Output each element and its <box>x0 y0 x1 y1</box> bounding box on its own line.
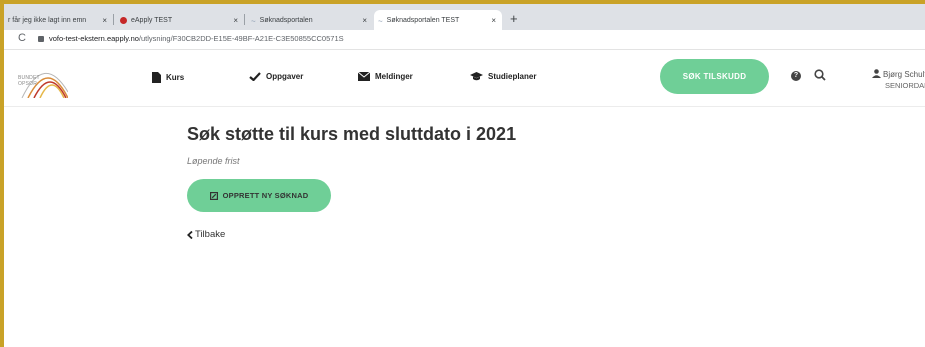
portal-favicon-icon: ~ <box>378 16 383 26</box>
checkmark-icon <box>249 72 261 81</box>
logo-text-line2: OPSOR <box>18 81 38 87</box>
edit-icon <box>209 191 218 200</box>
close-icon[interactable]: × <box>362 16 367 25</box>
close-icon[interactable]: × <box>102 16 107 25</box>
browser-tab-strip: r får jeg ikke lagt inn emn × eApply TES… <box>4 4 925 30</box>
user-menu[interactable]: Bjørg Schultz SENIORDAM <box>872 69 925 91</box>
address-bar: C vofo-test-ekstern.eapply.no/utlysning/… <box>4 30 925 50</box>
create-application-label: OPPRETT NY SØKNAD <box>222 191 309 200</box>
envelope-icon <box>358 72 370 81</box>
chevron-left-icon <box>187 230 193 239</box>
back-link[interactable]: Tilbake <box>187 229 225 240</box>
nav-label: Meldinger <box>375 72 413 81</box>
tab-title: Søknadsportalen <box>259 16 313 24</box>
close-icon[interactable]: × <box>233 16 238 25</box>
url-path: /utlysning/F30CB2DD-E15E-49BF-A21E-C3E50… <box>138 34 344 43</box>
site-logo[interactable]: BUNDET OPSOR <box>18 58 69 99</box>
tab-title: eApply TEST <box>131 16 173 24</box>
document-icon <box>152 72 161 83</box>
tab-title: Søknadsportalen TEST <box>386 16 460 24</box>
deadline-text: Løpende frist <box>187 156 240 166</box>
browser-tab-1[interactable]: r får jeg ikke lagt inn emn × <box>4 10 114 30</box>
apply-for-grant-button[interactable]: SØK TILSKUDD <box>660 59 769 94</box>
url-field[interactable]: vofo-test-ekstern.eapply.no/utlysning/F3… <box>49 34 344 43</box>
nav-item-meldinger[interactable]: Meldinger <box>358 72 413 81</box>
nav-label: Studieplaner <box>488 72 537 81</box>
user-name: Bjørg Schultz <box>883 70 925 79</box>
tab-title: r får jeg ikke lagt inn emn <box>8 16 87 24</box>
url-host: vofo-test-ekstern.eapply.no <box>49 34 139 43</box>
nav-item-oppgaver[interactable]: Oppgaver <box>249 72 303 81</box>
browser-tab-2[interactable]: eApply TEST × <box>116 10 245 30</box>
site-header: BUNDET OPSOR Kurs Oppgaver Meldinger Stu… <box>4 50 925 107</box>
back-label: Tilbake <box>195 229 226 240</box>
page-title: Søk støtte til kurs med sluttdato i 2021 <box>187 124 517 144</box>
browser-tab-3[interactable]: ~ Søknadsportalen × <box>247 10 373 30</box>
close-icon[interactable]: × <box>491 16 496 25</box>
user-role: SENIORDAM <box>885 81 925 90</box>
browser-tab-4-active[interactable]: ~ Søknadsportalen TEST × <box>374 10 502 30</box>
user-icon <box>872 69 881 78</box>
nav-item-studieplaner[interactable]: Studieplaner <box>470 72 536 81</box>
portal-favicon-icon: ~ <box>251 16 256 26</box>
reload-icon[interactable]: C <box>18 32 26 44</box>
new-tab-button[interactable]: + <box>510 10 518 28</box>
nav-label: Kurs <box>166 73 185 82</box>
create-application-button[interactable]: OPPRETT NY SØKNAD <box>187 179 331 212</box>
lock-icon[interactable] <box>38 36 44 42</box>
search-icon[interactable] <box>814 69 826 81</box>
graduation-cap-icon <box>470 72 483 81</box>
eapply-favicon-icon <box>120 16 127 24</box>
nav-item-kurs[interactable]: Kurs <box>152 72 184 83</box>
nav-label: Oppgaver <box>266 72 304 81</box>
help-icon[interactable]: ? <box>791 71 801 81</box>
